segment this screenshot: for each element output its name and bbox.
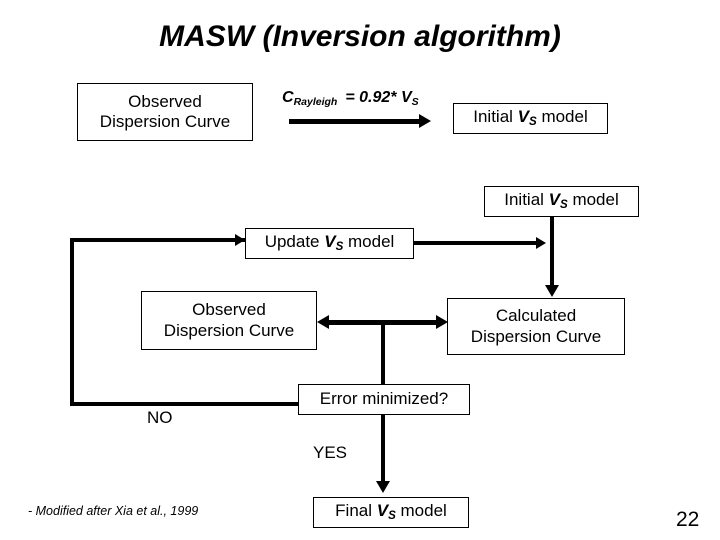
formula-arrow-head-icon bbox=[419, 114, 431, 128]
formula-arrow-shaft bbox=[289, 119, 421, 124]
error-minimized-label: Error minimized? bbox=[319, 389, 449, 409]
initial-model-mid-label: Initial VS model bbox=[504, 190, 619, 212]
formula-rhs: V bbox=[400, 89, 412, 106]
initial-vs-model-box-top[interactable]: Initial VS model bbox=[453, 103, 608, 134]
no-branch-label: NO bbox=[147, 408, 173, 427]
page-number: 22 bbox=[676, 508, 700, 531]
update-model-label: Update VS model bbox=[264, 232, 395, 254]
yes-branch-shaft bbox=[381, 415, 385, 483]
observed-mid-line1: Observed bbox=[192, 300, 266, 320]
calculated-line2: Dispersion Curve bbox=[470, 326, 602, 346]
rayleigh-velocity-formula: CRayleigh = 0.92* VS bbox=[282, 89, 419, 108]
initial-model-top-label: Initial VS model bbox=[473, 107, 588, 129]
formula-lhs: C bbox=[282, 89, 294, 106]
no-loop-arrowhead-icon bbox=[235, 234, 245, 246]
no-loop-top-segment bbox=[70, 238, 250, 242]
formula-lhs-subscript: Rayleigh bbox=[293, 95, 338, 108]
no-loop-bottom-segment bbox=[70, 402, 302, 406]
observed-dispersion-curve-box-mid[interactable]: Observed Dispersion Curve bbox=[141, 291, 317, 350]
update-to-trunk-shaft bbox=[414, 241, 538, 245]
attribution-footnote: - Modified after Xia et al., 1999 bbox=[28, 504, 199, 518]
calculated-dispersion-curve-box[interactable]: Calculated Dispersion Curve bbox=[447, 298, 625, 355]
final-vs-model-box[interactable]: Final VS model bbox=[313, 497, 469, 528]
initial-vs-model-box-mid[interactable]: Initial VS model bbox=[484, 186, 639, 217]
page-title: MASW (Inversion algorithm) bbox=[159, 20, 561, 53]
observed-top-line1: Observed bbox=[128, 91, 202, 111]
no-loop-left-segment bbox=[70, 238, 74, 406]
formula-operator: = bbox=[345, 89, 355, 106]
update-to-trunk-arrowhead-icon bbox=[536, 237, 546, 249]
initial-model-to-calculated-arrowhead-icon bbox=[545, 285, 559, 297]
yes-branch-arrowhead-icon bbox=[376, 481, 390, 493]
slide-canvas: MASW (Inversion algorithm) Observed Disp… bbox=[0, 0, 720, 540]
initial-model-to-calculated-shaft bbox=[550, 217, 554, 287]
update-vs-model-box[interactable]: Update VS model bbox=[245, 228, 414, 259]
observed-top-line2: Dispersion Curve bbox=[99, 112, 231, 131]
observed-mid-line2: Dispersion Curve bbox=[163, 320, 295, 340]
comparison-to-error-line bbox=[381, 322, 385, 384]
formula-coefficient: 0.92* bbox=[359, 89, 397, 106]
calculated-line1: Calculated bbox=[495, 306, 577, 326]
error-minimized-box[interactable]: Error minimized? bbox=[298, 384, 470, 415]
final-model-label: Final VS model bbox=[335, 501, 447, 523]
yes-branch-label: YES bbox=[313, 443, 348, 462]
comparison-arrow-head-left-icon bbox=[317, 315, 329, 329]
observed-dispersion-curve-box-top[interactable]: Observed Dispersion Curve bbox=[77, 83, 253, 141]
formula-rhs-subscript: S bbox=[411, 95, 419, 108]
